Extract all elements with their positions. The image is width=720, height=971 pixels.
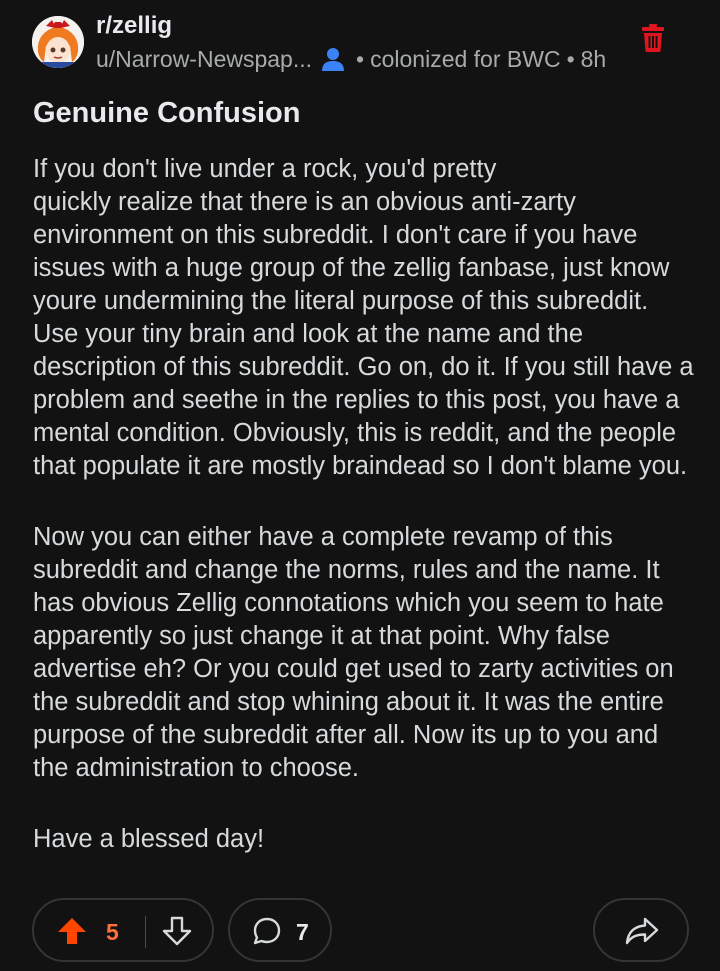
action-bar: 5 7	[0, 898, 720, 964]
meta-separator: •	[566, 46, 575, 72]
vote-count: 5	[106, 919, 119, 945]
comment-icon	[252, 916, 282, 946]
share-button[interactable]	[593, 898, 689, 962]
post-age: 8h	[580, 46, 607, 72]
post-title: Genuine Confusion	[33, 97, 301, 129]
post-paragraph: If you don't live under a rock, you'd pr…	[33, 155, 694, 480]
trash-icon[interactable]	[641, 24, 665, 52]
post-paragraph: Now you can either have a complete revam…	[33, 523, 674, 782]
comment-count: 7	[296, 919, 309, 945]
comments-button[interactable]: 7	[228, 898, 332, 962]
vote-divider	[145, 916, 146, 948]
subreddit-avatar[interactable]	[32, 16, 84, 68]
author-name[interactable]: u/Narrow-Newspap...	[96, 45, 312, 73]
post-header: r/zellig u/Narrow-Newspap... • colonized…	[0, 0, 720, 90]
post-body: If you don't live under a rock, you'd pr…	[33, 153, 697, 894]
downvote-icon[interactable]	[162, 916, 192, 946]
post-meta: u/Narrow-Newspap... • colonized for BWC …	[96, 45, 606, 73]
subreddit-name[interactable]: r/zellig	[96, 12, 172, 40]
post-paragraph: Have a blessed day!	[33, 825, 265, 853]
upvote-icon[interactable]	[57, 916, 87, 946]
meta-separator: •	[356, 46, 365, 72]
user-flair: colonized for BWC	[370, 46, 561, 72]
vote-control: 5	[32, 898, 214, 962]
share-icon	[625, 916, 659, 946]
user-icon	[320, 46, 346, 72]
